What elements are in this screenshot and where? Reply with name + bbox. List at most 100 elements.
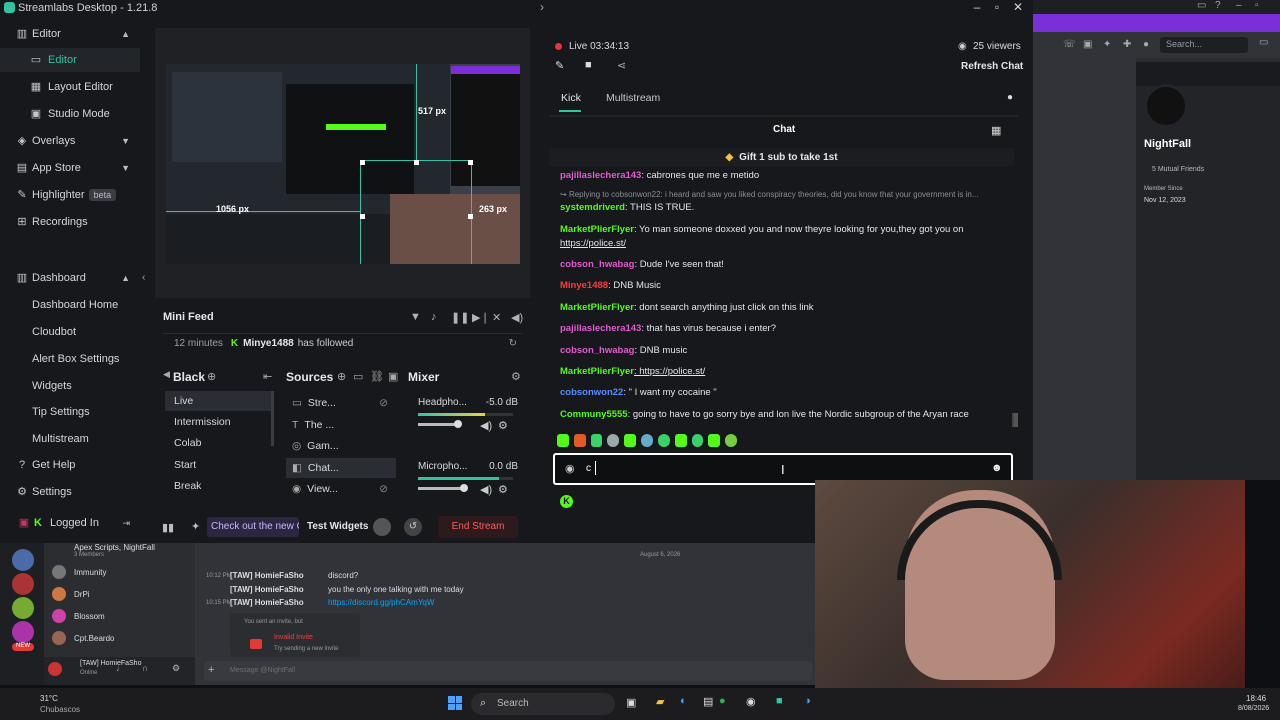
sidebar-item-get-help[interactable]: ? Get Help: [0, 453, 140, 477]
maximize-button[interactable]: ▫: [988, 0, 1006, 14]
chat-username[interactable]: pajillaslechera143: [560, 323, 641, 334]
source-item[interactable]: ◧ Chat...: [286, 458, 396, 478]
spotify-icon[interactable]: ●: [719, 695, 726, 707]
chat-reply-context[interactable]: ↪ Replying to cobsonwon22: i heard and s…: [560, 190, 979, 199]
video-icon[interactable]: ■: [585, 59, 592, 71]
collapse-icon[interactable]: ◀: [163, 369, 170, 380]
sidebar-item-layout-editor[interactable]: ▦ Layout Editor: [0, 75, 140, 99]
resize-handle[interactable]: [414, 160, 419, 165]
chat-username[interactable]: pajillaslechera143: [560, 170, 641, 181]
server-icon[interactable]: [12, 597, 34, 619]
discord-search[interactable]: Search...: [1160, 37, 1248, 53]
music-icon[interactable]: ♪: [431, 311, 437, 323]
chat-username[interactable]: MarketPlierFlyer: [560, 302, 634, 313]
minimize-button[interactable]: –: [968, 0, 986, 14]
avatar[interactable]: [52, 565, 66, 579]
info-icon[interactable]: ●: [1007, 92, 1013, 103]
clock-time[interactable]: 18:46: [1246, 694, 1266, 703]
chat-username[interactable]: cobson_hwabag: [560, 259, 634, 270]
test-widgets-button[interactable]: Test Widgets: [307, 521, 368, 532]
gear-icon[interactable]: ⚙: [498, 419, 508, 432]
sidebar-logged-in[interactable]: ▣ K Logged In ⇥: [0, 511, 140, 535]
source-item[interactable]: ◎ Gam...: [286, 436, 396, 456]
headphones-icon[interactable]: ∩: [142, 663, 148, 673]
pinned-gift-banner[interactable]: ◆ Gift 1 sub to take 1st: [549, 148, 1014, 166]
folder-icon[interactable]: ▭: [353, 370, 363, 383]
inbox-icon[interactable]: ▭: [1197, 0, 1206, 11]
visibility-off-icon[interactable]: ⊘: [379, 397, 388, 409]
selection-box[interactable]: [360, 160, 472, 264]
minimize-button[interactable]: –: [1236, 0, 1242, 11]
mutual-friends[interactable]: 5 Mutual Friends: [1152, 166, 1204, 173]
edit-icon[interactable]: ✎: [555, 59, 564, 72]
link-icon[interactable]: ⛓: [370, 370, 384, 383]
sidebar-item-highlighter[interactable]: ✎ Highlighter beta: [0, 183, 140, 207]
emote-icon[interactable]: [573, 434, 586, 447]
sidebar-section-editor[interactable]: ▥ Editor ▲: [0, 22, 140, 46]
message-user[interactable]: [TAW] HomieFaSho: [230, 571, 304, 580]
chat-username[interactable]: Communy5555: [560, 409, 628, 420]
weather-desc[interactable]: Chubascos: [40, 705, 80, 714]
sidebar-item-multistream[interactable]: Multistream: [0, 427, 140, 451]
windows-start-icon[interactable]: [448, 696, 462, 710]
pin-icon[interactable]: ✦: [1103, 39, 1111, 50]
emoji-icon[interactable]: ☻: [991, 462, 1003, 474]
logout-icon[interactable]: ⇥: [122, 518, 130, 529]
source-item[interactable]: T The ...: [286, 415, 396, 435]
steam-icon[interactable]: ◉: [746, 695, 756, 708]
scene-item-start[interactable]: Start: [165, 455, 273, 475]
streamlabs-icon[interactable]: ■: [776, 695, 783, 707]
dm-item-name[interactable]: Blossom: [74, 612, 105, 621]
maximize-button[interactable]: ▫: [1255, 0, 1259, 11]
inbox-icon[interactable]: ▭: [1259, 37, 1268, 48]
filter-icon[interactable]: ▼: [410, 311, 421, 323]
add-friend-icon[interactable]: ✚: [1123, 39, 1131, 50]
add-attachment-icon[interactable]: +: [208, 664, 214, 676]
dm-item-name[interactable]: Immunity: [74, 568, 106, 577]
chevron-right-icon[interactable]: ›: [533, 0, 551, 14]
group-dm-name[interactable]: Apex Scripts, NightFall: [74, 543, 155, 552]
avatar[interactable]: [52, 609, 66, 623]
sidebar-item-studio-mode[interactable]: ▣ Studio Mode: [0, 102, 140, 126]
source-item[interactable]: ▭ Stre... ⊘: [286, 393, 396, 413]
chat-username[interactable]: cobson_hwabag: [560, 345, 634, 356]
kick-logo-icon[interactable]: K: [560, 495, 573, 508]
resize-handle[interactable]: [360, 214, 365, 219]
promo-banner[interactable]: Check out the new C: [207, 517, 299, 537]
sidebar-item-dashboard-home[interactable]: Dashboard Home: [0, 293, 140, 317]
task-view-icon[interactable]: ▣: [626, 696, 636, 709]
refresh-icon[interactable]: ↻: [509, 338, 517, 349]
taskbar-search[interactable]: ⌕ Search: [471, 693, 615, 715]
dm-item-name[interactable]: DrPi: [74, 590, 90, 599]
call-icon[interactable]: ☏: [1063, 39, 1076, 50]
message-link[interactable]: https://discord.gg/phCAmYqW: [328, 598, 434, 607]
message-user[interactable]: [TAW] HomieFaSho: [230, 598, 304, 607]
chat-username[interactable]: cobsonwon22: [560, 387, 623, 398]
scene-transition-icon[interactable]: ⇤: [263, 370, 272, 383]
sidebar-item-widgets[interactable]: Widgets: [0, 374, 140, 398]
sidebar-section-dashboard[interactable]: ▥ Dashboard ▲: [0, 266, 140, 290]
tab-multistream[interactable]: Multistream: [606, 92, 660, 104]
server-icon[interactable]: [12, 549, 34, 571]
scene-item-colab[interactable]: Colab: [165, 433, 273, 453]
volume-slider[interactable]: [418, 487, 464, 490]
server-icon[interactable]: [12, 621, 34, 643]
app-icon[interactable]: ▤: [703, 695, 713, 708]
clock-date[interactable]: 8/08/2026: [1238, 705, 1269, 712]
sidebar-item-tip-settings[interactable]: Tip Settings: [0, 400, 140, 424]
avatar[interactable]: [48, 662, 62, 676]
sidebar-item-cloudbot[interactable]: Cloudbot: [0, 320, 140, 344]
chat-input[interactable]: c: [586, 463, 591, 474]
avatar[interactable]: [52, 631, 66, 645]
emote-icon[interactable]: [657, 434, 670, 447]
emote-icon[interactable]: [624, 434, 637, 447]
edge-icon[interactable]: ◐: [680, 695, 687, 707]
video-icon[interactable]: ▣: [1083, 39, 1092, 50]
message-user[interactable]: [TAW] HomieFaSho: [230, 585, 304, 594]
end-stream-button[interactable]: End Stream: [438, 516, 518, 538]
resize-handle[interactable]: [360, 160, 365, 165]
scene-preview-canvas[interactable]: 517 px 1056 px 263 px: [166, 64, 520, 264]
visibility-off-icon[interactable]: ⊘: [379, 483, 388, 495]
mic-icon[interactable]: ♩: [116, 663, 125, 673]
volume-slider-knob[interactable]: [460, 484, 468, 492]
